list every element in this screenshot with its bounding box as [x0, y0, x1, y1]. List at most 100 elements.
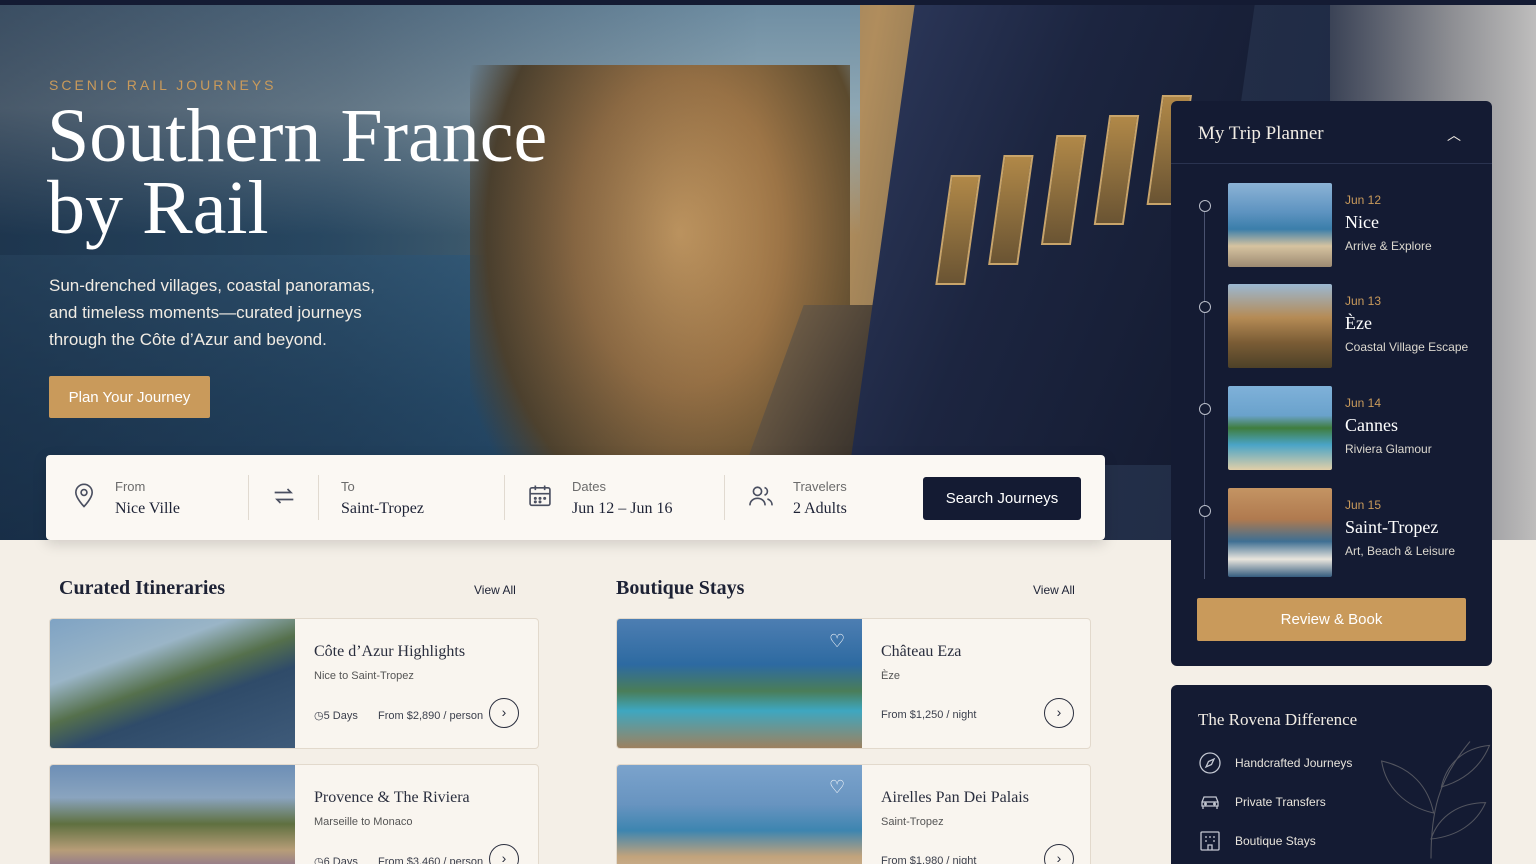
car-icon: [1201, 796, 1219, 809]
top-border: [0, 0, 1536, 5]
difference-label: Handcrafted Journeys: [1235, 756, 1353, 770]
stay-card[interactable]: ♡ Airelles Pan Dei Palais Saint-Tropez F…: [616, 764, 1091, 864]
planner-stop[interactable]: Jun 13 Èze Coastal Village Escape: [1171, 284, 1492, 368]
timeline-dot: [1199, 403, 1211, 415]
timeline-dot: [1199, 200, 1211, 212]
stay-image: [617, 619, 862, 748]
dates-field[interactable]: Dates Jun 12 – Jun 16: [505, 455, 723, 540]
from-label: From: [115, 479, 146, 494]
itinerary-price: From $2,890 / person: [377, 710, 484, 722]
stop-description: Riviera Glamour: [1345, 442, 1432, 456]
stay-image: [617, 765, 862, 864]
journey-search-bar: From Nice Ville To Saint-Tropez Dates Ju…: [46, 455, 1105, 540]
stop-city: Nice: [1345, 212, 1379, 232]
travelers-label: Travelers: [793, 479, 847, 494]
stop-date: Jun 14: [1345, 396, 1382, 410]
to-field[interactable]: To Saint-Tropez: [319, 455, 499, 540]
to-value: Saint-Tropez: [341, 500, 424, 517]
stays-view-all-link[interactable]: View All: [1033, 583, 1075, 597]
stay-price: From $1,980 / night: [881, 855, 977, 864]
itineraries-view-all-link[interactable]: View All: [474, 583, 516, 597]
stop-city: Cannes: [1345, 415, 1398, 435]
stop-city: Èze: [1345, 313, 1372, 333]
travelers-value: 2 Adults: [793, 500, 847, 517]
stay-location: Saint-Tropez: [881, 816, 944, 828]
heart-icon[interactable]: ♡: [829, 777, 845, 798]
itinerary-route: Nice to Saint-Tropez: [314, 670, 414, 682]
planner-stop[interactable]: Jun 12 Nice Arrive & Explore: [1171, 183, 1492, 267]
itinerary-card[interactable]: Provence & The Riviera Marseille to Mona…: [49, 764, 539, 864]
stop-date: Jun 12: [1345, 193, 1382, 207]
stay-title: Château Eza: [881, 643, 962, 660]
stop-city: Saint-Tropez: [1345, 517, 1439, 537]
clock-icon: ◷: [314, 856, 324, 864]
planner-title: My Trip Planner: [1198, 123, 1324, 144]
hero-subtitle: Sun-drenched villages, coastal panoramas…: [49, 276, 376, 349]
difference-item: Boutique Stays: [1198, 829, 1458, 853]
stop-image: [1228, 488, 1332, 577]
chevron-right-icon[interactable]: ›: [489, 844, 519, 864]
stop-image: [1228, 183, 1332, 267]
planner-stop[interactable]: Jun 15 Saint-Tropez Art, Beach & Leisure: [1171, 488, 1492, 577]
dates-value: Jun 12 – Jun 16: [572, 500, 673, 517]
itinerary-card[interactable]: Côte d’Azur Highlights Nice to Saint-Tro…: [49, 618, 539, 749]
divider: [1171, 163, 1492, 164]
itinerary-price: From $3,460 / person: [377, 856, 484, 864]
swap-icon[interactable]: [270, 482, 298, 510]
itinerary-meta: ◷6 Days From $3,460 / person: [314, 855, 483, 864]
difference-item: Private Transfers: [1198, 790, 1458, 814]
timeline-dot: [1199, 505, 1211, 517]
calendar-icon: [529, 485, 551, 507]
itinerary-title: Côte d’Azur Highlights: [314, 643, 466, 660]
travelers-icon: [749, 486, 773, 506]
chevron-right-icon[interactable]: ›: [489, 698, 519, 728]
itinerary-image: [50, 765, 295, 864]
difference-item: Handcrafted Journeys: [1198, 751, 1458, 775]
difference-label: Private Transfers: [1235, 795, 1326, 809]
stop-date: Jun 15: [1345, 498, 1382, 512]
clock-icon: ◷: [314, 710, 324, 722]
itineraries-title: Curated Itineraries: [59, 577, 226, 599]
stay-title: Airelles Pan Dei Palais: [881, 789, 1029, 806]
stay-price: From $1,250 / night: [881, 709, 977, 721]
itinerary-image: [50, 619, 295, 748]
stop-image: [1228, 284, 1332, 368]
trip-planner-panel: My Trip Planner ︿ Jun 12 Nice Arrive & E…: [1171, 101, 1492, 666]
hotel-icon: [1200, 831, 1220, 851]
search-journeys-button[interactable]: Search Journeys: [923, 477, 1081, 520]
plan-journey-button[interactable]: Plan Your Journey: [49, 376, 210, 418]
heart-icon[interactable]: ♡: [829, 631, 845, 652]
difference-panel: The Rovena Difference Handcrafted Journe…: [1171, 685, 1492, 864]
dates-label: Dates: [572, 479, 606, 494]
stop-description: Arrive & Explore: [1345, 239, 1432, 253]
stay-card[interactable]: ♡ Château Eza Èze From $1,250 / night ›: [616, 618, 1091, 749]
itinerary-duration: 5 Days: [323, 710, 358, 722]
hero-title: Southern France by Rail: [47, 94, 548, 250]
difference-title: The Rovena Difference: [1198, 710, 1358, 729]
from-field[interactable]: From Nice Ville: [46, 455, 246, 540]
stop-description: Art, Beach & Leisure: [1345, 544, 1456, 558]
chevron-right-icon[interactable]: ›: [1044, 844, 1074, 864]
review-book-button[interactable]: Review & Book: [1197, 598, 1466, 641]
stay-location: Èze: [881, 670, 900, 682]
hero-eyebrow: SCENIC RAIL JOURNEYS: [49, 77, 277, 93]
compass-icon: [1199, 752, 1221, 774]
to-label: To: [341, 479, 355, 494]
divider: [248, 475, 249, 520]
stays-title: Boutique Stays: [616, 577, 745, 599]
chevron-up-icon[interactable]: ︿: [1447, 125, 1461, 145]
itinerary-duration: 6 Days: [323, 856, 358, 864]
chevron-right-icon[interactable]: ›: [1044, 698, 1074, 728]
difference-label: Boutique Stays: [1235, 834, 1316, 848]
stop-image: [1228, 386, 1332, 470]
planner-stop[interactable]: Jun 14 Cannes Riviera Glamour: [1171, 386, 1492, 470]
from-value: Nice Ville: [115, 500, 180, 517]
timeline-dot: [1199, 301, 1211, 313]
location-pin-icon: [75, 483, 93, 508]
itinerary-route: Marseille to Monaco: [314, 816, 413, 828]
itinerary-title: Provence & The Riviera: [314, 789, 470, 806]
travelers-field[interactable]: Travelers 2 Adults: [725, 455, 905, 540]
itinerary-meta: ◷5 Days From $2,890 / person: [314, 709, 483, 722]
stop-description: Coastal Village Escape: [1345, 340, 1469, 354]
stop-date: Jun 13: [1345, 294, 1382, 308]
